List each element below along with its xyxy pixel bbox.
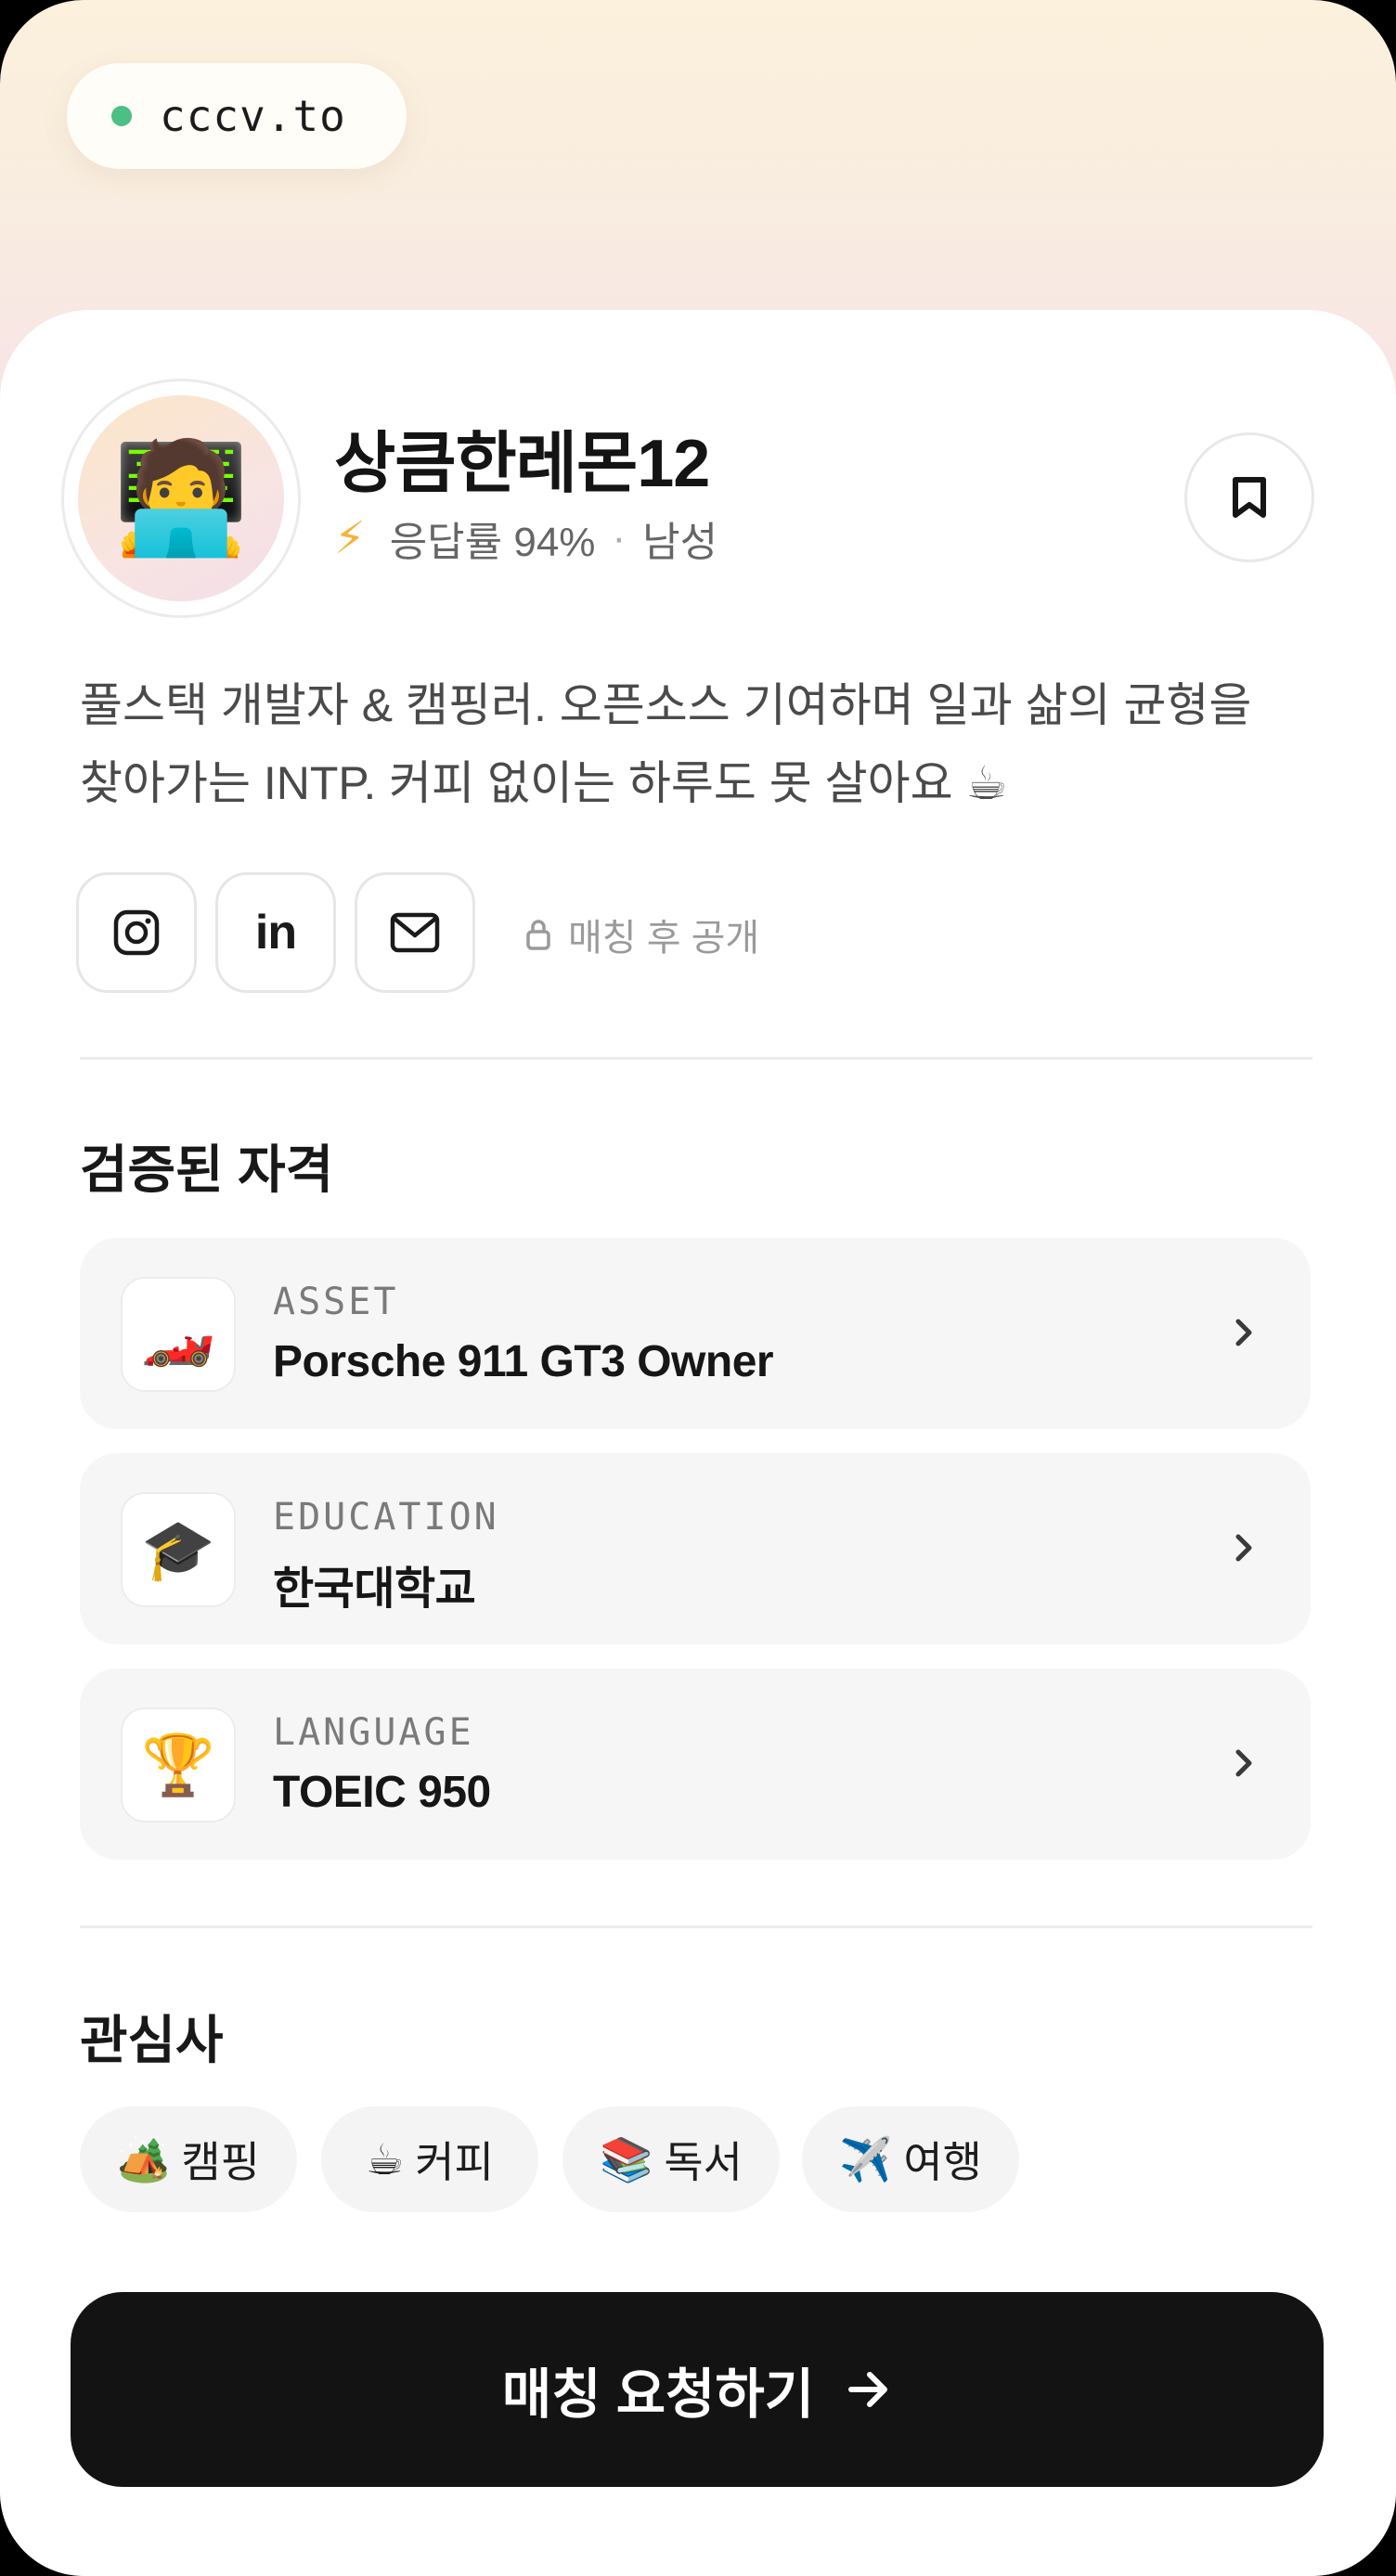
race-car-icon: 🏎️ — [121, 1277, 236, 1392]
chip-label: 독서 — [664, 2138, 743, 2186]
credential-title: 한국대학교 — [273, 1565, 476, 1614]
chevron-right-icon — [1235, 1749, 1252, 1777]
credential-title: TOEIC 950 — [273, 1768, 491, 1817]
cta-label: 매칭 요청하기 — [501, 2364, 815, 2425]
interest-chip-camping[interactable]: 🏕️ 캠핑 — [80, 2106, 297, 2212]
credential-category: ASSET — [273, 1281, 399, 1323]
credential-category: EDUCATION — [273, 1496, 499, 1539]
lock-icon — [526, 920, 550, 950]
credentials-title: 검증된 자격 — [80, 1140, 334, 1199]
avatar: 🧑‍💻 — [61, 379, 301, 618]
chip-label: 캠핑 — [181, 2138, 260, 2186]
profile-meta: ⚡ 응답률 94% · 남성 — [334, 509, 717, 568]
chevron-right-icon — [1235, 1534, 1252, 1562]
profile-card — [0, 310, 1396, 2576]
arrow-right-icon — [848, 2372, 888, 2407]
meta-separator: · — [612, 515, 627, 560]
chip-label: 커피 — [415, 2138, 494, 2186]
avatar-emoji: 🧑‍💻 — [78, 395, 284, 601]
books-icon: 📚 — [600, 2134, 653, 2183]
response-rate: 응답률 94% — [389, 520, 596, 565]
profile-name: 상큼한레몬12 — [334, 427, 710, 501]
linkedin-icon: in — [254, 906, 297, 960]
instagram-icon — [113, 909, 160, 956]
mail-button[interactable] — [355, 872, 475, 993]
credential-card-language[interactable]: 🏆 LANGUAGE TOEIC 950 — [80, 1668, 1311, 1860]
credential-card-education[interactable]: 🎓 EDUCATION 한국대학교 — [80, 1453, 1311, 1644]
interests-title: 관심사 — [80, 2011, 224, 2069]
bio-line-2: 찾아가는 INTP. 커피 없이는 하루도 못 살아요 ☕ — [80, 757, 1008, 809]
coffee-icon: ☕ — [366, 2135, 405, 2183]
url-text: cccv.to — [160, 91, 346, 141]
mail-icon — [390, 912, 440, 953]
tent-icon: 🏕️ — [117, 2134, 171, 2183]
url-pill[interactable]: cccv.to — [67, 63, 407, 169]
graduation-cap-icon: 🎓 — [121, 1492, 236, 1607]
profile-bio: 풀스택 개발자 & 캠핑러. 오픈소스 기여하며 일과 삶의 균형을 찾아가는 … — [80, 666, 1324, 822]
credential-title: Porsche 911 GT3 Owner — [273, 1337, 774, 1386]
bio-line-1: 풀스택 개발자 & 캠핑러. 오픈소스 기여하며 일과 삶의 균형을 — [80, 679, 1252, 731]
gender: 남성 — [642, 520, 718, 565]
bookmark-button[interactable] — [1184, 432, 1314, 562]
locked-notice: 매칭 후 공개 — [525, 908, 759, 961]
airplane-icon: ✈️ — [839, 2134, 893, 2183]
credential-card-asset[interactable]: 🏎️ ASSET Porsche 911 GT3 Owner — [80, 1238, 1311, 1429]
interest-chip-travel[interactable]: ✈️ 여행 — [802, 2106, 1019, 2212]
instagram-button[interactable] — [76, 872, 197, 993]
interest-chip-reading[interactable]: 📚 독서 — [562, 2106, 780, 2212]
bolt-icon: ⚡ — [334, 514, 366, 563]
status-dot — [111, 106, 132, 126]
chevron-right-icon — [1235, 1319, 1252, 1346]
app-screen: cccv.to 🧑‍💻 상큼한레몬12 ⚡ 응답률 94% · 남성 풀스택 개… — [0, 0, 1396, 2576]
trophy-icon: 🏆 — [121, 1707, 236, 1823]
interest-chip-coffee[interactable]: ☕ 커피 — [321, 2106, 538, 2212]
bookmark-icon — [1233, 477, 1266, 518]
divider — [80, 1926, 1312, 1928]
linkedin-button[interactable]: in — [215, 872, 336, 993]
match-request-button[interactable]: 매칭 요청하기 — [71, 2292, 1324, 2487]
chip-label: 여행 — [903, 2138, 982, 2186]
divider — [80, 1057, 1312, 1060]
locked-label: 매칭 후 공개 — [568, 918, 760, 959]
credential-category: LANGUAGE — [273, 1711, 474, 1754]
